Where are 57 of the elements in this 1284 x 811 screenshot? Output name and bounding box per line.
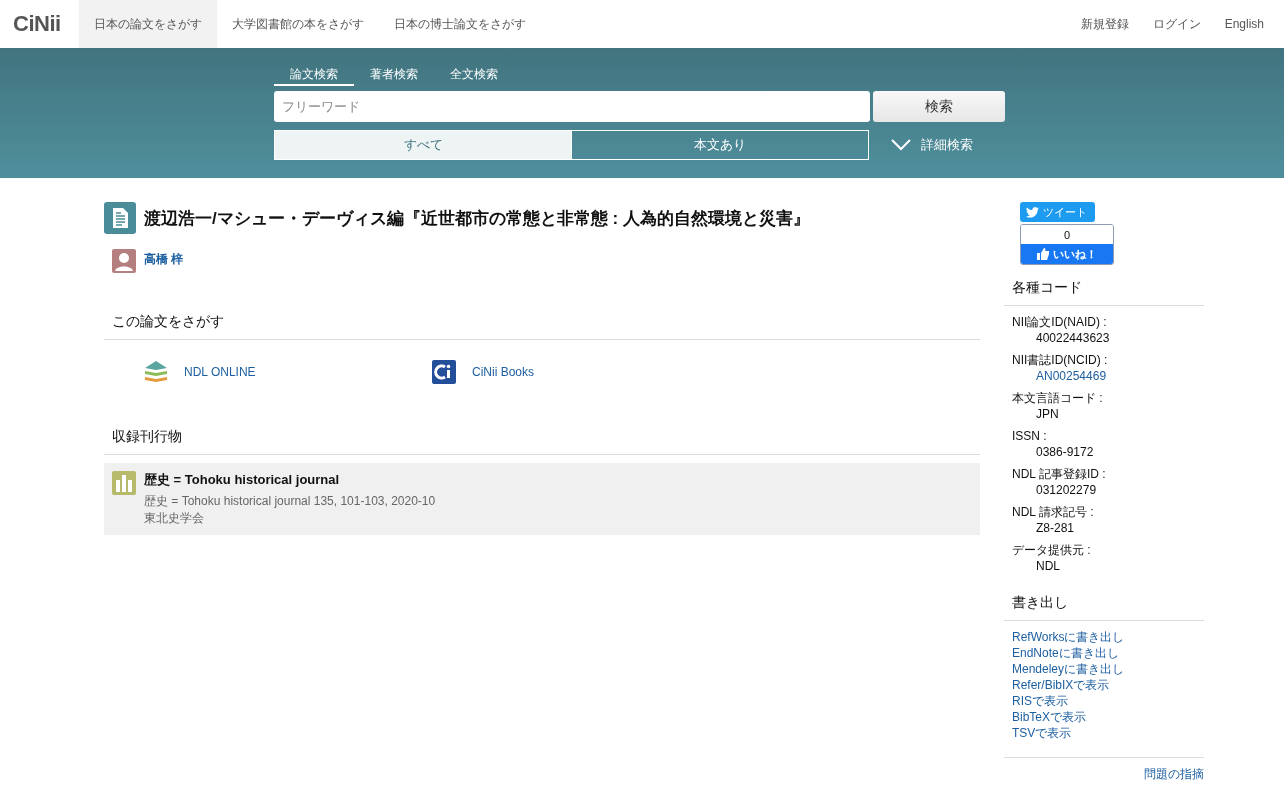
- code-label: ISSN :: [1012, 428, 1048, 444]
- search-button[interactable]: 検索: [873, 91, 1005, 122]
- nav-tab[interactable]: 日本の博士論文をさがす: [378, 0, 541, 48]
- like-button[interactable]: いいね！: [1021, 244, 1113, 264]
- article-title: 渡辺浩一/マシュー・デーヴィス編『近世都市の常態と非常態 : 人為的自然環境と災害』: [144, 207, 810, 230]
- journal-title[interactable]: 歴史 = Tohoku historical journal: [144, 471, 436, 489]
- stacked-layers-icon: [144, 360, 168, 384]
- section-heading: この論文をさがす: [104, 313, 980, 340]
- code-label: NII書誌ID(NCID) :: [1012, 352, 1109, 368]
- report-link[interactable]: 問題の指摘: [1144, 767, 1204, 781]
- header-link[interactable]: 新規登録: [1068, 0, 1141, 48]
- code-label: NII論文ID(NAID) :: [1012, 314, 1108, 330]
- code-value: NDL: [1036, 559, 1060, 573]
- code-label: NDL 記事登録ID :: [1012, 466, 1107, 482]
- export-link[interactable]: BibTeXで表示: [1012, 710, 1087, 724]
- logo[interactable]: CiNii: [0, 0, 79, 48]
- code-value: 0386-9172: [1036, 445, 1094, 459]
- search-tab[interactable]: 全文検索: [434, 62, 514, 86]
- search-tab[interactable]: 著者検索: [354, 62, 434, 86]
- chevron-down-icon: [891, 139, 911, 151]
- nav-tab[interactable]: 大学図書館の本をさがす: [216, 0, 379, 48]
- code-label: データ提供元 :: [1012, 542, 1092, 558]
- code-label: NDL 請求記号 :: [1012, 504, 1095, 520]
- document-icon: [104, 202, 136, 234]
- code-value: 40022443623: [1036, 331, 1110, 345]
- external-link[interactable]: NDL ONLINE: [184, 365, 256, 379]
- code-link[interactable]: AN00254469: [1036, 369, 1107, 383]
- author-link[interactable]: 高橋 梓: [144, 251, 184, 268]
- journal-citation: 歴史 = Tohoku historical journal 135, 101-103, 2020-10: [144, 493, 436, 510]
- person-avatar-icon: [112, 249, 136, 273]
- code-value: Z8-281: [1036, 521, 1075, 535]
- bar-chart-icon: [112, 471, 136, 495]
- search-tab[interactable]: 論文検索: [274, 62, 354, 86]
- filter-toggle[interactable]: 本文あり: [571, 130, 869, 160]
- section-heading: 収録刊行物: [104, 428, 980, 455]
- header-link[interactable]: English: [1212, 0, 1276, 48]
- advanced-search-link[interactable]: 詳細検索: [921, 136, 973, 154]
- publisher-name: 東北史学会: [144, 510, 205, 527]
- export-link[interactable]: RefWorksに書き出し: [1012, 630, 1125, 644]
- external-link[interactable]: CiNii Books: [472, 365, 534, 379]
- search-field[interactable]: フリーワード: [274, 91, 870, 122]
- code-value: JPN: [1036, 407, 1059, 421]
- filter-toggle[interactable]: すべて: [274, 130, 572, 160]
- thumbs-up-icon: [1037, 248, 1049, 260]
- nav-tab[interactable]: 日本の論文をさがす: [78, 0, 217, 48]
- ci-logo-icon: [432, 360, 456, 384]
- export-link[interactable]: EndNoteに書き出し: [1012, 646, 1119, 660]
- section-heading: 各種コード: [1004, 279, 1204, 306]
- code-value: 031202279: [1036, 483, 1097, 497]
- export-link[interactable]: RISで表示: [1012, 694, 1068, 708]
- bird-icon: [1026, 206, 1039, 218]
- section-heading: 書き出し: [1004, 594, 1204, 621]
- export-link[interactable]: Mendeleyに書き出し: [1012, 662, 1125, 676]
- export-link[interactable]: TSVで表示: [1012, 726, 1072, 740]
- code-label: 本文言語コード :: [1012, 390, 1104, 406]
- header-link[interactable]: ログイン: [1140, 0, 1213, 48]
- export-link[interactable]: Refer/BibIXで表示: [1012, 678, 1110, 692]
